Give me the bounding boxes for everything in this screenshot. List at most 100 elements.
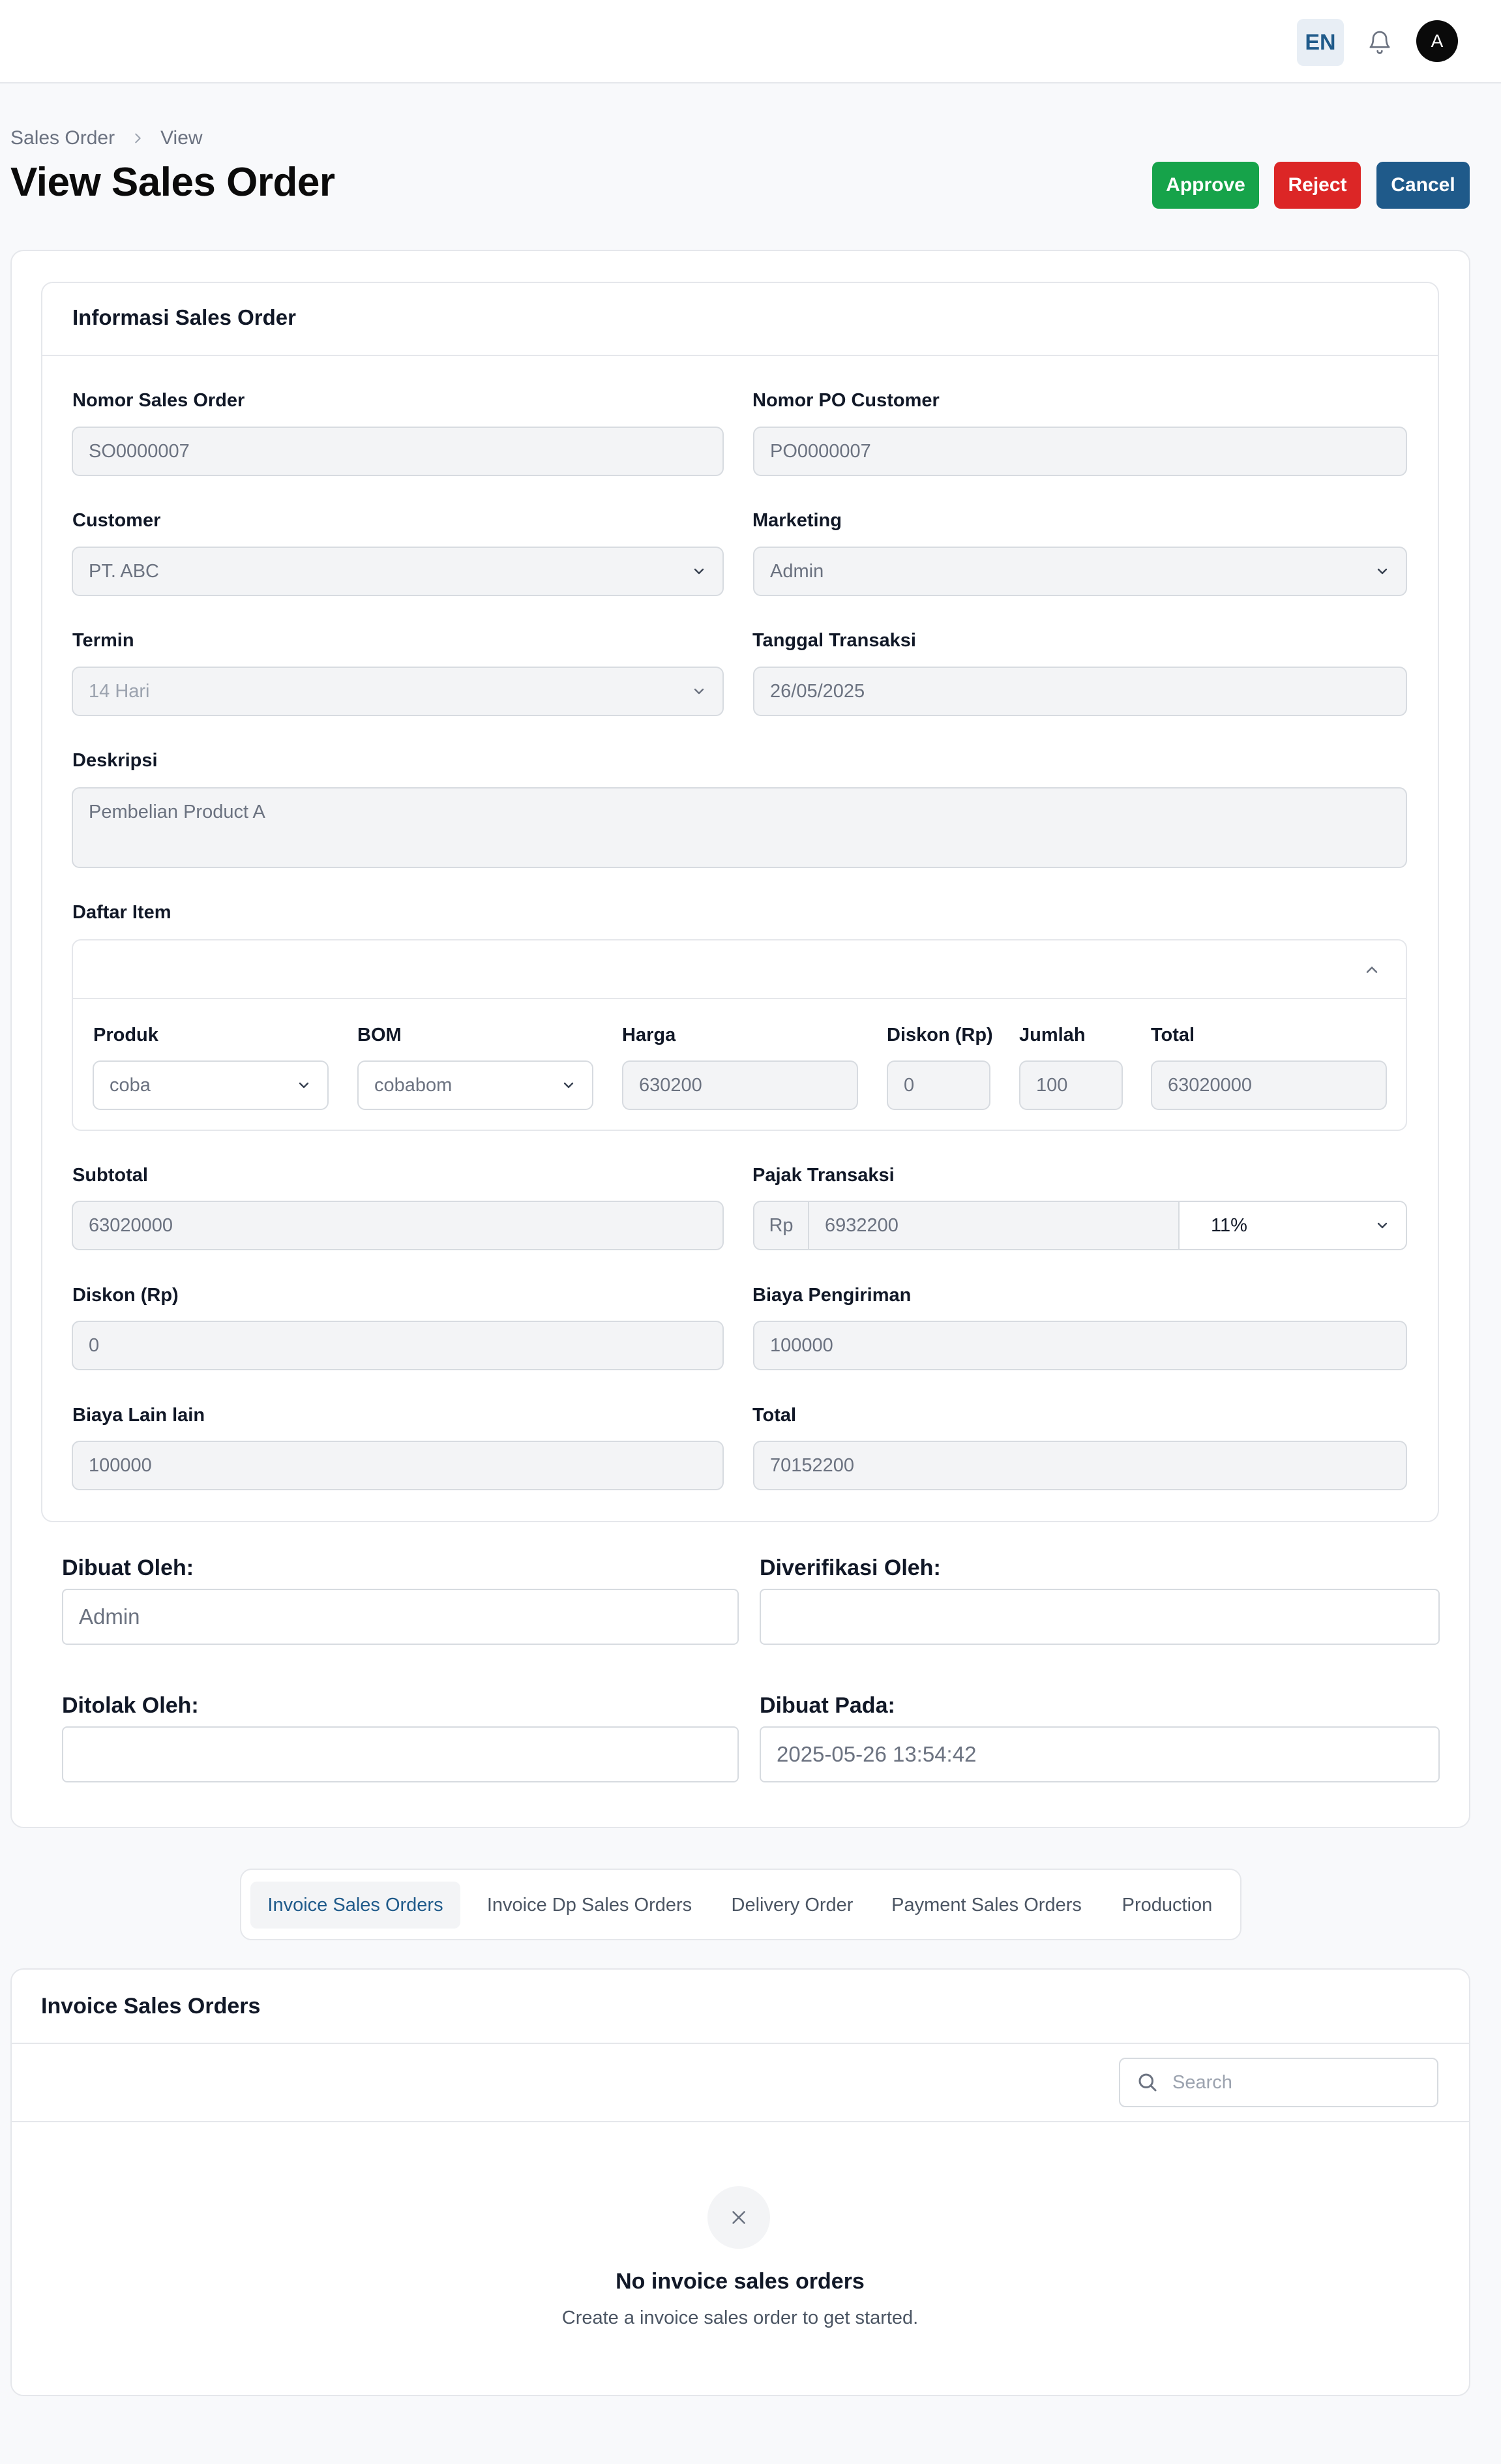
biaya-pengiriman-label: Biaya Pengiriman [752, 1285, 912, 1306]
item-produk-value: coba [110, 1074, 151, 1096]
bell-icon[interactable] [1363, 25, 1397, 59]
item-diskon-field[interactable]: 0 [887, 1060, 990, 1110]
nomor-so-label: Nomor Sales Order [72, 390, 245, 411]
ditolak-oleh-label: Ditolak Oleh: [62, 1693, 199, 1718]
chevron-down-icon [694, 568, 704, 575]
tab-invoice-sales-orders[interactable]: Invoice Sales Orders [250, 1882, 460, 1929]
avatar[interactable]: A [1416, 20, 1458, 62]
nomor-po-field[interactable]: PO0000007 [753, 427, 1407, 476]
currency-prefix: Rp [754, 1202, 809, 1249]
tab-production[interactable]: Production [1107, 1882, 1227, 1929]
tanggal-value: 26/05/2025 [770, 680, 865, 702]
customer-value: PT. ABC [89, 560, 159, 582]
dibuat-oleh-label: Dibuat Oleh: [62, 1555, 194, 1580]
tanggal-field[interactable]: 26/05/2025 [753, 667, 1407, 716]
empty-state-subtitle: Create a invoice sales order to get star… [561, 2307, 919, 2328]
dibuat-pada-field[interactable]: 2025-05-26 13:54:42 [760, 1726, 1440, 1782]
deskripsi-label: Deskripsi [72, 750, 158, 771]
close-icon [732, 2211, 745, 2224]
nomor-po-value: PO0000007 [770, 440, 871, 462]
termin-label: Termin [72, 630, 134, 651]
item-produk-select[interactable]: coba [93, 1060, 329, 1110]
divider [10, 2121, 1470, 2122]
reject-button[interactable]: Reject [1274, 162, 1361, 209]
marketing-value: Admin [770, 560, 824, 582]
search-input[interactable]: Search [1119, 2058, 1438, 2107]
tab-invoice-dp-sales-orders[interactable]: Invoice Dp Sales Orders [472, 1882, 707, 1929]
total-field[interactable]: 70152200 [753, 1441, 1407, 1490]
termin-select[interactable]: 14 Hari [72, 667, 724, 716]
deskripsi-textarea[interactable]: Pembelian Product A [72, 787, 1407, 868]
pajak-rate-select[interactable]: 11% [1178, 1202, 1406, 1249]
tab-delivery-order[interactable]: Delivery Order [719, 1882, 866, 1929]
customer-select[interactable]: PT. ABC [72, 547, 724, 596]
diverifikasi-oleh-label: Diverifikasi Oleh: [760, 1555, 941, 1580]
total-value: 70152200 [770, 1454, 855, 1476]
chevron-down-icon [1377, 1222, 1388, 1229]
empty-state-title: No invoice sales orders [616, 2269, 865, 2294]
breadcrumb: Sales Order View [10, 127, 203, 150]
chevron-down-icon [1377, 568, 1388, 575]
subtotal-label: Subtotal [72, 1165, 148, 1186]
page-title: View Sales Order [10, 160, 335, 205]
diskon-label: Diskon (Rp) [72, 1285, 179, 1306]
cancel-button[interactable]: Cancel [1376, 162, 1470, 209]
item-jumlah-field[interactable]: 100 [1019, 1060, 1123, 1110]
item-harga-value: 630200 [639, 1074, 702, 1096]
col-harga: Harga [622, 1025, 676, 1045]
dibuat-pada-value: 2025-05-26 13:54:42 [777, 1742, 977, 1766]
chevron-down-icon [299, 1082, 309, 1089]
biaya-lain-label: Biaya Lain lain [72, 1405, 205, 1426]
item-harga-field[interactable]: 630200 [622, 1060, 858, 1110]
deskripsi-value: Pembelian Product A [89, 802, 265, 822]
subtotal-value: 63020000 [89, 1214, 173, 1236]
tanggal-label: Tanggal Transaksi [752, 630, 916, 651]
divider [73, 998, 1406, 999]
total-label: Total [752, 1405, 797, 1426]
pajak-label: Pajak Transaksi [752, 1165, 895, 1186]
biaya-lain-field[interactable]: 100000 [72, 1441, 724, 1490]
item-total-value: 63020000 [1168, 1074, 1253, 1096]
chevron-down-icon [563, 1082, 574, 1089]
termin-value: 14 Hari [89, 680, 150, 702]
marketing-label: Marketing [752, 510, 842, 531]
nomor-so-field[interactable]: SO0000007 [72, 427, 724, 476]
approve-button[interactable]: Approve [1152, 162, 1259, 209]
daftar-item-label: Daftar Item [72, 902, 171, 923]
biaya-pengiriman-field[interactable]: 100000 [753, 1321, 1407, 1370]
divider [41, 355, 1439, 356]
dibuat-oleh-value: Admin [79, 1604, 140, 1629]
breadcrumb-current: View [160, 127, 203, 149]
marketing-select[interactable]: Admin [753, 547, 1407, 596]
divider [10, 2043, 1470, 2044]
language-switcher[interactable]: EN [1297, 19, 1344, 66]
item-total-field[interactable]: 63020000 [1151, 1060, 1387, 1110]
tab-bar: Invoice Sales Orders Invoice Dp Sales Or… [240, 1869, 1241, 1940]
empty-state-icon [707, 2186, 770, 2249]
chevron-right-icon [130, 131, 145, 145]
nomor-so-value: SO0000007 [89, 440, 190, 462]
tab-payment-sales-orders[interactable]: Payment Sales Orders [878, 1882, 1095, 1929]
dibuat-oleh-field[interactable]: Admin [62, 1589, 739, 1645]
invoice-section-title: Invoice Sales Orders [41, 1994, 261, 2019]
pajak-value[interactable]: 6932200 [825, 1202, 899, 1249]
subtotal-field[interactable]: 63020000 [72, 1201, 724, 1250]
diskon-field[interactable]: 0 [72, 1321, 724, 1370]
ditolak-oleh-field[interactable] [62, 1726, 739, 1782]
chevron-up-icon[interactable] [1363, 961, 1381, 979]
search-icon [1136, 2071, 1159, 2094]
col-produk: Produk [93, 1025, 158, 1045]
breadcrumb-parent[interactable]: Sales Order [10, 127, 115, 149]
col-jumlah: Jumlah [1019, 1025, 1086, 1045]
item-bom-select[interactable]: cobabom [357, 1060, 593, 1110]
col-total: Total [1151, 1025, 1195, 1045]
diskon-value: 0 [89, 1334, 100, 1356]
item-jumlah-value: 100 [1036, 1074, 1068, 1096]
dibuat-pada-label: Dibuat Pada: [760, 1693, 895, 1718]
col-diskon: Diskon (Rp) [887, 1025, 993, 1045]
invoice-sales-orders-card [10, 1968, 1470, 2396]
diverifikasi-oleh-field[interactable] [760, 1589, 1440, 1645]
pajak-rate-value: 11% [1211, 1214, 1247, 1236]
customer-label: Customer [72, 510, 161, 531]
section-title: Informasi Sales Order [72, 305, 296, 329]
